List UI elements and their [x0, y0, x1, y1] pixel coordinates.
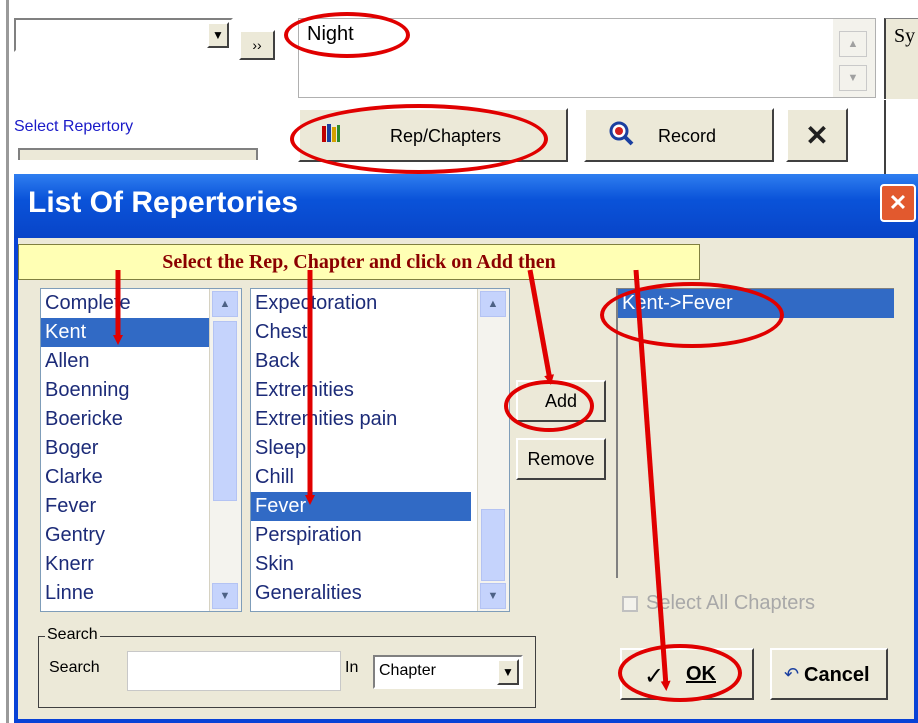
- textarea-scrollbar[interactable]: ▲ ▼: [833, 19, 875, 97]
- chapter-list-item[interactable]: Extremities: [251, 376, 471, 405]
- repertory-list-item[interactable]: Linne: [41, 579, 213, 608]
- repertory-dropdown[interactable]: ▼: [14, 18, 233, 52]
- close-button[interactable]: ✕: [880, 184, 916, 222]
- select-all-label: Select All Chapters: [646, 592, 815, 614]
- search-label: Search: [49, 659, 100, 676]
- instruction-banner: Select the Rep, Chapter and click on Add…: [18, 244, 700, 280]
- right-panel-text: Sy: [894, 25, 916, 47]
- repertory-list-item[interactable]: Complete: [41, 289, 213, 318]
- chapter-list-item[interactable]: Sleep: [251, 434, 471, 463]
- chapter-list-item[interactable]: Skin: [251, 550, 471, 579]
- annotation-oval-rep-chapters: [290, 104, 548, 174]
- scroll-up-icon[interactable]: ▲: [212, 291, 238, 317]
- instruction-text: Select the Rep, Chapter and click on Add…: [162, 251, 556, 273]
- in-label: In: [345, 659, 359, 676]
- chapter-list-item[interactable]: Generalities: [251, 579, 471, 608]
- search-group: Search Search In Chapter ▼: [38, 626, 536, 708]
- search-group-label: Search: [45, 626, 100, 644]
- chapter-list-item[interactable]: Chest: [251, 318, 471, 347]
- in-select[interactable]: Chapter ▼: [373, 655, 523, 689]
- more-button[interactable]: ››: [239, 30, 275, 60]
- scroll-down-icon[interactable]: ▼: [480, 583, 506, 609]
- right-panel: Sy: [884, 18, 918, 99]
- record-icon: [608, 120, 634, 151]
- annotation-oval-ok: [618, 644, 742, 702]
- repertory-list-item[interactable]: Gentry: [41, 521, 213, 550]
- repertory-list-item[interactable]: Fever: [41, 492, 213, 521]
- cancel-label: Cancel: [804, 664, 870, 686]
- repertory-list-item[interactable]: Knerr: [41, 550, 213, 579]
- scroll-up-icon[interactable]: ▲: [480, 291, 506, 317]
- annotation-oval-add: [504, 380, 594, 432]
- repertory-list-item[interactable]: Allen: [41, 347, 213, 376]
- left-divider: [6, 0, 9, 723]
- repertory-items: Complete Kent Allen Boenning Boericke Boger Cl…: [41, 289, 213, 608]
- chapter-list-item[interactable]: Chill: [251, 463, 471, 492]
- repertory-list-item[interactable]: Boericke: [41, 405, 213, 434]
- cancel-button[interactable]: ↶ Cancel: [770, 648, 888, 700]
- repertory-list-item[interactable]: Clarke: [41, 463, 213, 492]
- record-label: Record: [658, 126, 717, 146]
- chevron-down-icon[interactable]: ▼: [207, 22, 229, 48]
- list-of-repertories-dialog: List Of Repertories ✕ Select the Rep, Ch…: [14, 174, 918, 723]
- scroll-up-icon[interactable]: ▲: [839, 31, 867, 57]
- scroll-thumb[interactable]: [481, 509, 505, 581]
- dialog-title-bar[interactable]: List Of Repertories ✕: [14, 174, 918, 238]
- record-button[interactable]: Record: [584, 108, 774, 162]
- remove-button[interactable]: Remove: [516, 438, 606, 480]
- chevron-down-icon[interactable]: ▼: [497, 659, 519, 685]
- scroll-down-icon[interactable]: ▼: [212, 583, 238, 609]
- select-repertory-label: Select Repertory: [14, 118, 134, 135]
- annotation-oval-night: [284, 12, 410, 58]
- delete-button[interactable]: ✕: [786, 108, 848, 162]
- chapter-items: Expectoration Chest Back Extremities Extremi…: [251, 289, 471, 608]
- chapter-list-item[interactable]: Perspiration: [251, 521, 471, 550]
- select-all-checkbox[interactable]: [622, 596, 638, 612]
- close-icon: ✕: [888, 190, 908, 215]
- search-input[interactable]: [127, 651, 341, 691]
- chapter-list-item[interactable]: Expectoration: [251, 289, 471, 318]
- repertory-list-item[interactable]: Boger: [41, 434, 213, 463]
- chapter-list[interactable]: Expectoration Chest Back Extremities Extremi…: [250, 288, 510, 612]
- chapter-list-item[interactable]: Back: [251, 347, 471, 376]
- chapter-scrollbar[interactable]: ▲ ▼: [477, 289, 509, 611]
- undo-icon: ↶: [784, 664, 800, 684]
- dialog-title: List Of Repertories: [28, 186, 299, 219]
- repertory-list[interactable]: Complete Kent Allen Boenning Boericke Boger Cl…: [40, 288, 242, 612]
- annotation-oval-selected: [600, 282, 784, 348]
- repertory-list-item[interactable]: Boenning: [41, 376, 213, 405]
- repertory-scrollbar[interactable]: ▲ ▼: [209, 289, 241, 611]
- chapter-list-item[interactable]: Fever: [251, 492, 471, 521]
- chapter-list-item[interactable]: Extremities pain: [251, 405, 471, 434]
- scroll-thumb[interactable]: [213, 321, 237, 501]
- delete-icon: ✕: [805, 119, 829, 151]
- repertory-list-item[interactable]: Kent: [41, 318, 213, 347]
- repertory-box-edge: [18, 148, 258, 160]
- scroll-down-icon[interactable]: ▼: [839, 65, 867, 91]
